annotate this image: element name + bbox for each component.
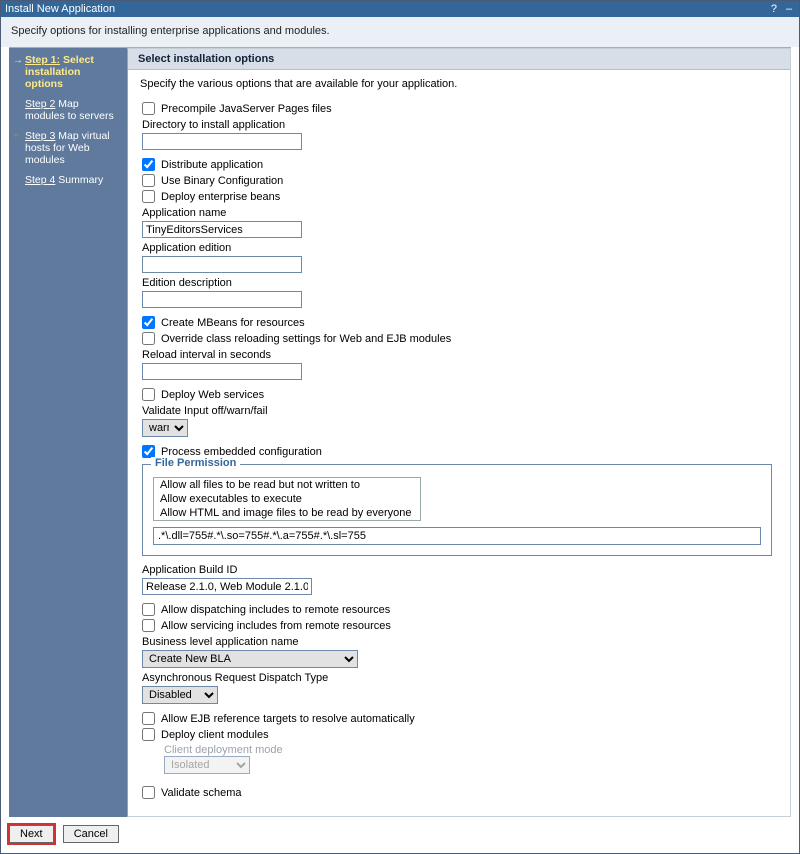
client-mode-select: Isolated bbox=[164, 756, 250, 774]
distribute-label: Distribute application bbox=[161, 159, 263, 171]
install-dir-label: Directory to install application bbox=[142, 119, 776, 131]
ardt-label: Asynchronous Request Dispatch Type bbox=[142, 672, 776, 684]
build-id-label: Application Build ID bbox=[142, 564, 776, 576]
allow-servicing-checkbox[interactable] bbox=[142, 619, 155, 632]
create-mbeans-checkbox[interactable] bbox=[142, 316, 155, 329]
wizard-nav: → Step 1: Select installation options St… bbox=[9, 48, 127, 817]
file-permission-legend: File Permission bbox=[151, 457, 240, 469]
next-button[interactable]: Next bbox=[9, 825, 54, 843]
perm-option-2[interactable]: Allow executables to execute bbox=[154, 492, 420, 506]
ardt-select[interactable]: Disabled bbox=[142, 686, 218, 704]
intro-text: Specify options for installing enterpris… bbox=[1, 17, 799, 47]
allow-dispatch-label: Allow dispatching includes to remote res… bbox=[161, 604, 390, 616]
file-permission-input[interactable] bbox=[153, 527, 761, 545]
override-reloading-label: Override class reloading settings for We… bbox=[161, 333, 451, 345]
panel-subtext: Specify the various options that are ava… bbox=[128, 70, 790, 94]
wizard-step-3-link[interactable]: Step 3 bbox=[25, 130, 55, 142]
process-embedded-label: Process embedded configuration bbox=[161, 446, 322, 458]
plus-icon: + bbox=[13, 131, 19, 142]
client-mode-label: Client deployment mode bbox=[164, 744, 776, 756]
deploy-ejb-label: Deploy enterprise beans bbox=[161, 191, 280, 203]
minimize-icon[interactable]: – bbox=[783, 3, 795, 15]
create-mbeans-label: Create MBeans for resources bbox=[161, 317, 305, 329]
precompile-checkbox[interactable] bbox=[142, 102, 155, 115]
app-edition-label: Application edition bbox=[142, 242, 776, 254]
wizard-step-1: → Step 1: Select installation options bbox=[15, 54, 121, 90]
deploy-ejb-checkbox[interactable] bbox=[142, 190, 155, 203]
reload-interval-input[interactable] bbox=[142, 363, 302, 380]
file-permission-fieldset: File Permission Allow all files to be re… bbox=[142, 464, 772, 556]
allow-dispatch-checkbox[interactable] bbox=[142, 603, 155, 616]
precompile-label: Precompile JavaServer Pages files bbox=[161, 103, 332, 115]
main-panel: Select installation options Specify the … bbox=[127, 48, 791, 817]
wizard-step-2[interactable]: Step 2 Map modules to servers bbox=[15, 98, 121, 122]
cancel-button[interactable]: Cancel bbox=[63, 825, 119, 843]
deploy-client-checkbox[interactable] bbox=[142, 728, 155, 741]
use-binary-label: Use Binary Configuration bbox=[161, 175, 283, 187]
validate-schema-label: Validate schema bbox=[161, 787, 242, 799]
file-permission-listbox[interactable]: Allow all files to be read but not writt… bbox=[153, 477, 421, 521]
validate-input-select[interactable]: warn bbox=[142, 419, 188, 437]
bla-label: Business level application name bbox=[142, 636, 776, 648]
perm-option-3[interactable]: Allow HTML and image files to be read by… bbox=[154, 506, 420, 520]
window-titlebar: Install New Application ? – bbox=[1, 1, 799, 17]
validate-input-label: Validate Input off/warn/fail bbox=[142, 405, 776, 417]
wizard-step-4-link[interactable]: Step 4 bbox=[25, 174, 55, 186]
window-title: Install New Application bbox=[5, 3, 115, 15]
arrow-right-icon: → bbox=[13, 55, 23, 66]
build-id-input bbox=[142, 578, 312, 595]
perm-option-1[interactable]: Allow all files to be read but not writt… bbox=[154, 478, 420, 492]
wizard-step-2-link[interactable]: Step 2 bbox=[25, 98, 55, 110]
panel-heading: Select installation options bbox=[128, 49, 790, 70]
allow-servicing-label: Allow servicing includes from remote res… bbox=[161, 620, 391, 632]
allow-ejb-ref-label: Allow EJB reference targets to resolve a… bbox=[161, 713, 415, 725]
use-binary-checkbox[interactable] bbox=[142, 174, 155, 187]
reload-interval-label: Reload interval in seconds bbox=[142, 349, 776, 361]
distribute-checkbox[interactable] bbox=[142, 158, 155, 171]
bla-select[interactable]: Create New BLA bbox=[142, 650, 358, 668]
deploy-client-label: Deploy client modules bbox=[161, 729, 269, 741]
deploy-ws-label: Deploy Web services bbox=[161, 389, 264, 401]
allow-ejb-ref-checkbox[interactable] bbox=[142, 712, 155, 725]
wizard-step-4[interactable]: Step 4 Summary bbox=[15, 174, 121, 186]
app-name-input[interactable] bbox=[142, 221, 302, 238]
wizard-step-3[interactable]: + Step 3 Map virtual hosts for Web modul… bbox=[15, 130, 121, 166]
validate-schema-checkbox[interactable] bbox=[142, 786, 155, 799]
edition-desc-input[interactable] bbox=[142, 291, 302, 308]
deploy-ws-checkbox[interactable] bbox=[142, 388, 155, 401]
edition-desc-label: Edition description bbox=[142, 277, 776, 289]
app-name-label: Application name bbox=[142, 207, 776, 219]
override-reloading-checkbox[interactable] bbox=[142, 332, 155, 345]
app-edition-input[interactable] bbox=[142, 256, 302, 273]
install-dir-input[interactable] bbox=[142, 133, 302, 150]
help-icon[interactable]: ? bbox=[768, 3, 780, 15]
